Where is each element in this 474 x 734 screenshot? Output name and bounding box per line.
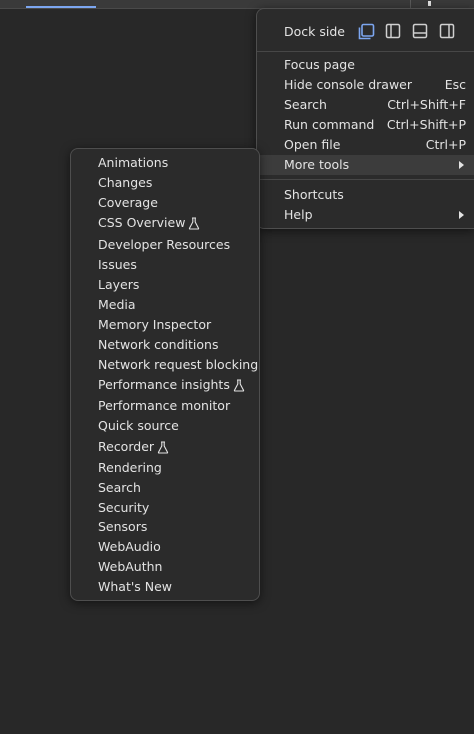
submenu-item-label: Developer Resources bbox=[98, 236, 231, 252]
more-tools-submenu: Animations Changes Coverage CSS Overview… bbox=[70, 148, 260, 601]
menu-item-shortcut: Ctrl+Shift+P bbox=[386, 116, 466, 132]
submenu-item-layers[interactable]: Layers bbox=[71, 275, 259, 295]
active-tab-indicator bbox=[26, 6, 96, 8]
menu-item-label: Help bbox=[284, 206, 313, 222]
submenu-item-label: Sensors bbox=[98, 518, 148, 534]
submenu-item-label: Security bbox=[98, 499, 150, 515]
submenu-item-label: Performance monitor bbox=[98, 397, 231, 413]
submenu-item-label: Changes bbox=[98, 174, 153, 190]
submenu-item-sensors[interactable]: Sensors bbox=[71, 517, 259, 537]
submenu-item-performance-monitor[interactable]: Performance monitor bbox=[71, 396, 259, 416]
menu-item-shortcut: Ctrl+Shift+F bbox=[387, 96, 466, 112]
menu-item-label: Shortcuts bbox=[284, 186, 344, 202]
menu-item-run-command[interactable]: Run command Ctrl+Shift+P bbox=[257, 115, 474, 135]
submenu-item-animations[interactable]: Animations bbox=[71, 153, 259, 173]
menu-item-shortcuts[interactable]: Shortcuts bbox=[257, 185, 474, 205]
submenu-item-label: WebAuthn bbox=[98, 558, 163, 574]
menu-item-help[interactable]: Help bbox=[257, 205, 474, 225]
submenu-item-whats-new[interactable]: What's New bbox=[71, 577, 259, 597]
submenu-item-label: Memory Inspector bbox=[98, 316, 212, 332]
submenu-item-label: Network conditions bbox=[98, 336, 219, 352]
submenu-item-label: Animations bbox=[98, 154, 169, 170]
submenu-item-memory-inspector[interactable]: Memory Inspector bbox=[71, 315, 259, 335]
dock-left-icon[interactable] bbox=[384, 22, 402, 40]
submenu-item-label: Quick source bbox=[98, 417, 179, 433]
experiment-flask-icon bbox=[233, 378, 244, 392]
dock-side-options bbox=[357, 19, 465, 43]
submenu-item-css-overview[interactable]: CSS Overview bbox=[71, 213, 259, 233]
submenu-item-media[interactable]: Media bbox=[71, 295, 259, 315]
dock-bottom-icon[interactable] bbox=[411, 22, 429, 40]
menu-item-label: Focus page bbox=[284, 56, 355, 72]
experiment-flask-icon bbox=[189, 216, 200, 230]
submenu-item-security[interactable]: Security bbox=[71, 498, 259, 518]
submenu-item-webauthn[interactable]: WebAuthn bbox=[71, 557, 259, 577]
submenu-item-label: WebAudio bbox=[98, 538, 161, 554]
menu-item-shortcut: Ctrl+P bbox=[425, 136, 466, 152]
submenu-item-label: Issues bbox=[98, 256, 137, 272]
menu-item-label: Open file bbox=[284, 136, 341, 152]
submenu-item-rendering[interactable]: Rendering bbox=[71, 458, 259, 478]
submenu-item-developer-resources[interactable]: Developer Resources bbox=[71, 235, 259, 255]
submenu-item-recorder[interactable]: Recorder bbox=[71, 437, 259, 457]
submenu-item-label: Recorder bbox=[98, 438, 155, 454]
menu-item-hide-console-drawer[interactable]: Hide console drawer Esc bbox=[257, 75, 474, 95]
dock-right-icon[interactable] bbox=[438, 22, 456, 40]
submenu-item-network-conditions[interactable]: Network conditions bbox=[71, 335, 259, 355]
submenu-item-network-request-blocking[interactable]: Network request blocking bbox=[71, 355, 259, 375]
submenu-item-label: CSS Overview bbox=[98, 214, 186, 230]
submenu-item-label: Search bbox=[98, 479, 141, 495]
toolbar-divider bbox=[410, 0, 411, 8]
chevron-right-icon bbox=[459, 161, 464, 169]
submenu-item-webaudio[interactable]: WebAudio bbox=[71, 537, 259, 557]
menu-item-label: Search bbox=[284, 96, 327, 112]
menu-item-label: Hide console drawer bbox=[284, 76, 412, 92]
submenu-item-label: Layers bbox=[98, 276, 140, 292]
dock-side-row: Dock side bbox=[257, 19, 474, 43]
submenu-item-label: Rendering bbox=[98, 459, 162, 475]
submenu-item-label: What's New bbox=[98, 578, 173, 594]
submenu-item-label: Coverage bbox=[98, 194, 158, 210]
submenu-item-label: Performance insights bbox=[98, 376, 230, 392]
submenu-item-coverage[interactable]: Coverage bbox=[71, 193, 259, 213]
dock-side-label: Dock side bbox=[284, 23, 345, 39]
submenu-item-label: Network request blocking bbox=[98, 356, 259, 372]
menu-item-label: More tools bbox=[284, 156, 350, 172]
menu-item-open-file[interactable]: Open file Ctrl+P bbox=[257, 135, 474, 155]
undock-icon[interactable] bbox=[357, 22, 375, 40]
submenu-item-changes[interactable]: Changes bbox=[71, 173, 259, 193]
menu-item-label: Run command bbox=[284, 116, 375, 132]
experiment-flask-icon bbox=[157, 440, 169, 454]
kebab-menu-icon[interactable] bbox=[428, 1, 431, 6]
submenu-item-label: Media bbox=[98, 296, 136, 312]
submenu-item-performance-insights[interactable]: Performance insights bbox=[71, 375, 259, 395]
menu-divider bbox=[257, 51, 474, 52]
menu-item-search[interactable]: Search Ctrl+Shift+F bbox=[257, 95, 474, 115]
chevron-right-icon bbox=[459, 211, 464, 219]
menu-item-focus-page[interactable]: Focus page bbox=[257, 55, 474, 75]
submenu-item-issues[interactable]: Issues bbox=[71, 255, 259, 275]
submenu-item-quick-source[interactable]: Quick source bbox=[71, 416, 259, 436]
menu-divider bbox=[257, 179, 474, 180]
submenu-item-search[interactable]: Search bbox=[71, 478, 259, 498]
menu-item-more-tools[interactable]: More tools bbox=[257, 155, 474, 175]
menu-item-shortcut: Esc bbox=[444, 76, 466, 92]
customize-devtools-menu: Dock side Focus page Hide console drawer… bbox=[256, 8, 474, 229]
